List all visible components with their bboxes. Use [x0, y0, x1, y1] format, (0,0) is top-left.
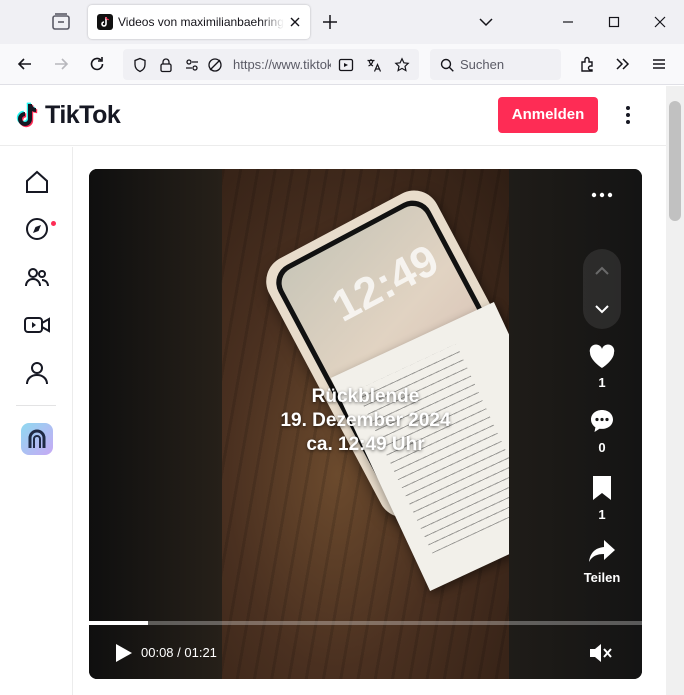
firefox-view-icon[interactable] [50, 11, 72, 33]
browser-navigation-bar: https://www.tiktok.com/ Suchen [0, 44, 684, 85]
video-player[interactable]: 12:49 Rückblende 19. Dezember 2024 ca. 1… [89, 169, 642, 679]
tab-title: Videos von maximilianbaehring [118, 15, 284, 29]
following-users-icon[interactable] [22, 262, 52, 292]
tiktok-favicon-icon [97, 14, 113, 30]
window-close-icon[interactable] [650, 12, 670, 32]
bookmark-icon[interactable] [590, 474, 614, 502]
sidebar-divider [16, 405, 56, 406]
share-arrow-icon[interactable] [587, 537, 617, 565]
more-options-icon[interactable] [618, 104, 638, 126]
home-icon[interactable] [22, 167, 52, 197]
url-text[interactable]: https://www.tiktok.com/ [233, 57, 331, 72]
caption-line-3: ca. 12:49 Uhr [306, 434, 425, 455]
video-more-icon[interactable] [589, 187, 615, 203]
reader-view-icon[interactable] [338, 57, 354, 73]
search-icon [439, 57, 455, 73]
login-button[interactable]: Anmelden [498, 97, 598, 133]
browser-tab-active[interactable]: Videos von maximilianbaehring [88, 5, 310, 39]
overflow-chevrons-icon[interactable] [613, 54, 633, 74]
tiktok-logo[interactable]: TikTok [16, 98, 146, 134]
tiktok-wordmark: TikTok [45, 101, 121, 129]
permissions-icon[interactable] [184, 57, 200, 73]
scrollbar-thumb[interactable] [669, 101, 681, 221]
video-navigation-pill [583, 249, 621, 329]
bookmark-star-icon[interactable] [394, 57, 410, 73]
previous-video-chevron-up-icon[interactable] [592, 261, 612, 281]
lock-icon[interactable] [158, 57, 174, 73]
app-launcher-icon[interactable] [21, 423, 53, 455]
explore-compass-icon[interactable] [22, 214, 52, 244]
back-arrow-icon[interactable] [15, 54, 35, 74]
comment-action[interactable]: 0 [572, 407, 632, 455]
list-all-tabs-icon[interactable] [476, 12, 496, 32]
video-progress-fill [89, 621, 149, 625]
video-time-display: 00:08 / 01:21 [141, 645, 217, 660]
share-label: Teilen [583, 570, 621, 585]
tiktok-header: TikTok Anmelden [0, 86, 666, 146]
explore-notification-dot [51, 221, 56, 226]
browser-tab-strip: Videos von maximilianbaehring [0, 0, 684, 44]
video-progress-bar[interactable] [89, 621, 642, 625]
heart-icon[interactable] [588, 344, 616, 370]
shield-icon[interactable] [132, 57, 148, 73]
comment-count: 0 [598, 440, 606, 455]
forward-arrow-icon[interactable] [51, 54, 71, 74]
search-box[interactable]: Suchen [430, 49, 561, 80]
muted-volume-icon[interactable] [588, 641, 614, 665]
page-scrollbar[interactable] [666, 86, 684, 695]
autoplay-blocked-icon[interactable] [207, 57, 223, 73]
play-icon[interactable] [112, 642, 134, 664]
caption-line-1: Rückblende [311, 386, 420, 407]
caption-line-2: 19. Dezember 2024 [280, 410, 451, 431]
tiktok-note-icon [16, 100, 42, 130]
search-placeholder: Suchen [460, 57, 505, 72]
hamburger-menu-icon[interactable] [649, 54, 669, 74]
new-tab-icon[interactable] [320, 12, 340, 32]
translate-icon[interactable] [366, 57, 382, 73]
save-count: 1 [598, 507, 606, 522]
tab-close-icon[interactable] [287, 14, 303, 30]
like-count: 1 [598, 375, 606, 390]
save-action[interactable]: 1 [572, 474, 632, 522]
comment-bubble-icon[interactable] [588, 407, 616, 435]
extensions-icon[interactable] [578, 54, 598, 74]
window-maximize-icon[interactable] [604, 12, 624, 32]
url-bar[interactable]: https://www.tiktok.com/ [123, 49, 419, 80]
next-video-chevron-down-icon[interactable] [592, 299, 612, 319]
share-action[interactable]: Teilen [572, 537, 632, 585]
reload-icon[interactable] [87, 54, 107, 74]
live-video-icon[interactable] [22, 310, 52, 340]
like-action[interactable]: 1 [572, 344, 632, 390]
sidebar [0, 147, 73, 695]
video-caption-overlay: Rückblende 19. Dezember 2024 ca. 12:49 U… [89, 385, 642, 457]
window-minimize-icon[interactable] [558, 12, 578, 32]
profile-icon[interactable] [22, 358, 52, 388]
